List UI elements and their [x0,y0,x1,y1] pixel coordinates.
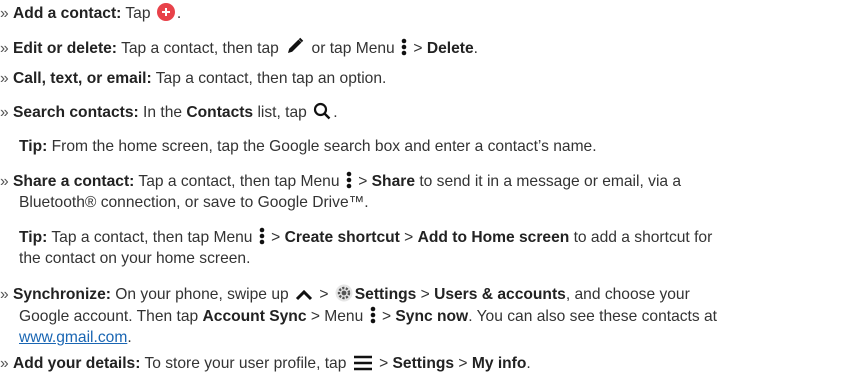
text: > [374,355,393,372]
text: or tap Menu [307,40,400,57]
text: Tap a contact, then tap Menu [47,229,257,246]
text: . [127,329,132,346]
contacts-help-page: » Add a contact: Tap . » Edit or delete:… [0,0,846,374]
text: Tap [121,5,155,22]
bold-account-sync: Account Sync [202,308,307,325]
text: To store your user profile, tap [140,355,351,372]
bullet: » [0,355,9,372]
item-search: » Search contacts: In the Contacts list,… [0,102,338,123]
text: > [353,173,372,190]
bold-add-home-screen: Add to Home screen [417,229,570,246]
text: list, tap [253,104,312,121]
text: > [409,40,427,57]
bold-create-shortcut: Create shortcut [284,229,400,246]
text: to send it in a message or email, via a [415,173,682,190]
tip-label: Tip: [19,229,48,246]
tip-shortcut: Tip: Tap a contact, then tap Menu > Crea… [19,227,712,248]
label-details: Add your details: [13,355,141,372]
text: > [315,286,333,303]
label-add-contact: Add a contact: [13,5,122,22]
text: Tap a contact, then tap [117,40,284,57]
text: . You can also see these contacts at [468,308,718,325]
bold-share: Share [371,173,415,190]
search-icon [314,102,331,120]
text: On your phone, swipe up [110,286,293,303]
add-contact-icon [156,3,175,21]
label-sync: Synchronize: [13,286,111,303]
label-search: Search contacts: [13,104,139,121]
text: > [377,308,396,325]
text: . [473,40,479,57]
text: In the [138,104,187,121]
menu-dots-icon [259,227,265,245]
bold-contacts: Contacts [186,104,254,121]
text: Tap a contact, then tap Menu [134,173,344,190]
item-share: » Share a contact: Tap a contact, then t… [0,171,681,192]
item-share-line-2: Bluetooth® connection, or save to Google… [19,193,369,213]
pencil-icon [288,37,304,53]
bold-settings: Settings [354,286,417,303]
bold-delete: Delete [426,40,474,57]
text: . [176,5,182,22]
bullet: » [0,286,9,303]
item-sync: » Synchronize: On your phone, swipe up >… [0,284,690,305]
text: . [333,104,338,121]
label-share: Share a contact: [13,173,135,190]
label-edit-delete: Edit or delete: [13,40,118,57]
hamburger-menu-icon [353,355,372,371]
text: > [399,229,418,246]
menu-dots-icon [401,38,407,56]
bullet: » [0,173,9,190]
menu-dots-icon [370,306,375,324]
tip-search: Tip: From the home screen, tap the Googl… [19,137,597,157]
settings-gear-icon [335,284,353,302]
bullet: » [0,40,9,57]
text: From the home screen, tap the Google sea… [47,138,597,155]
tip-shortcut-line-2: the contact on your home screen. [19,249,250,269]
swipe-up-chevron-icon [295,289,313,301]
text: Tap a contact, then tap an option. [151,70,387,87]
label-call: Call, text, or email: [13,70,152,87]
bullet: » [0,70,9,87]
text: Google account. Then tap [19,308,203,325]
text: > [454,355,472,372]
tip-label: Tip: [19,138,48,155]
bullet: » [0,104,9,121]
text: , and choose your [565,286,690,303]
text: Bluetooth® connection, or save to Google… [19,194,369,211]
item-edit-delete: » Edit or delete: Tap a contact, then ta… [0,36,478,59]
bullet: » [0,5,9,22]
text: . [526,355,531,372]
item-sync-line-2: Google account. Then tap Account Sync > … [19,306,717,327]
item-sync-line-3: www.gmail.com. [19,328,132,348]
item-call: » Call, text, or email: Tap a contact, t… [0,69,386,89]
bold-settings: Settings [392,355,455,372]
bold-my-info: My info [471,355,527,372]
text: the contact on your home screen. [19,250,251,267]
text: > Menu [306,308,368,325]
menu-dots-icon [346,171,352,189]
item-add-contact: » Add a contact: Tap . [0,3,181,24]
bold-users-accounts: Users & accounts [434,286,566,303]
item-details: » Add your details: To store your user p… [0,354,531,374]
text: > [266,229,285,246]
gmail-link[interactable]: www.gmail.com [19,329,127,346]
bold-sync-now: Sync now [395,308,469,325]
text: > [416,286,435,303]
text: to add a shortcut for [569,229,713,246]
